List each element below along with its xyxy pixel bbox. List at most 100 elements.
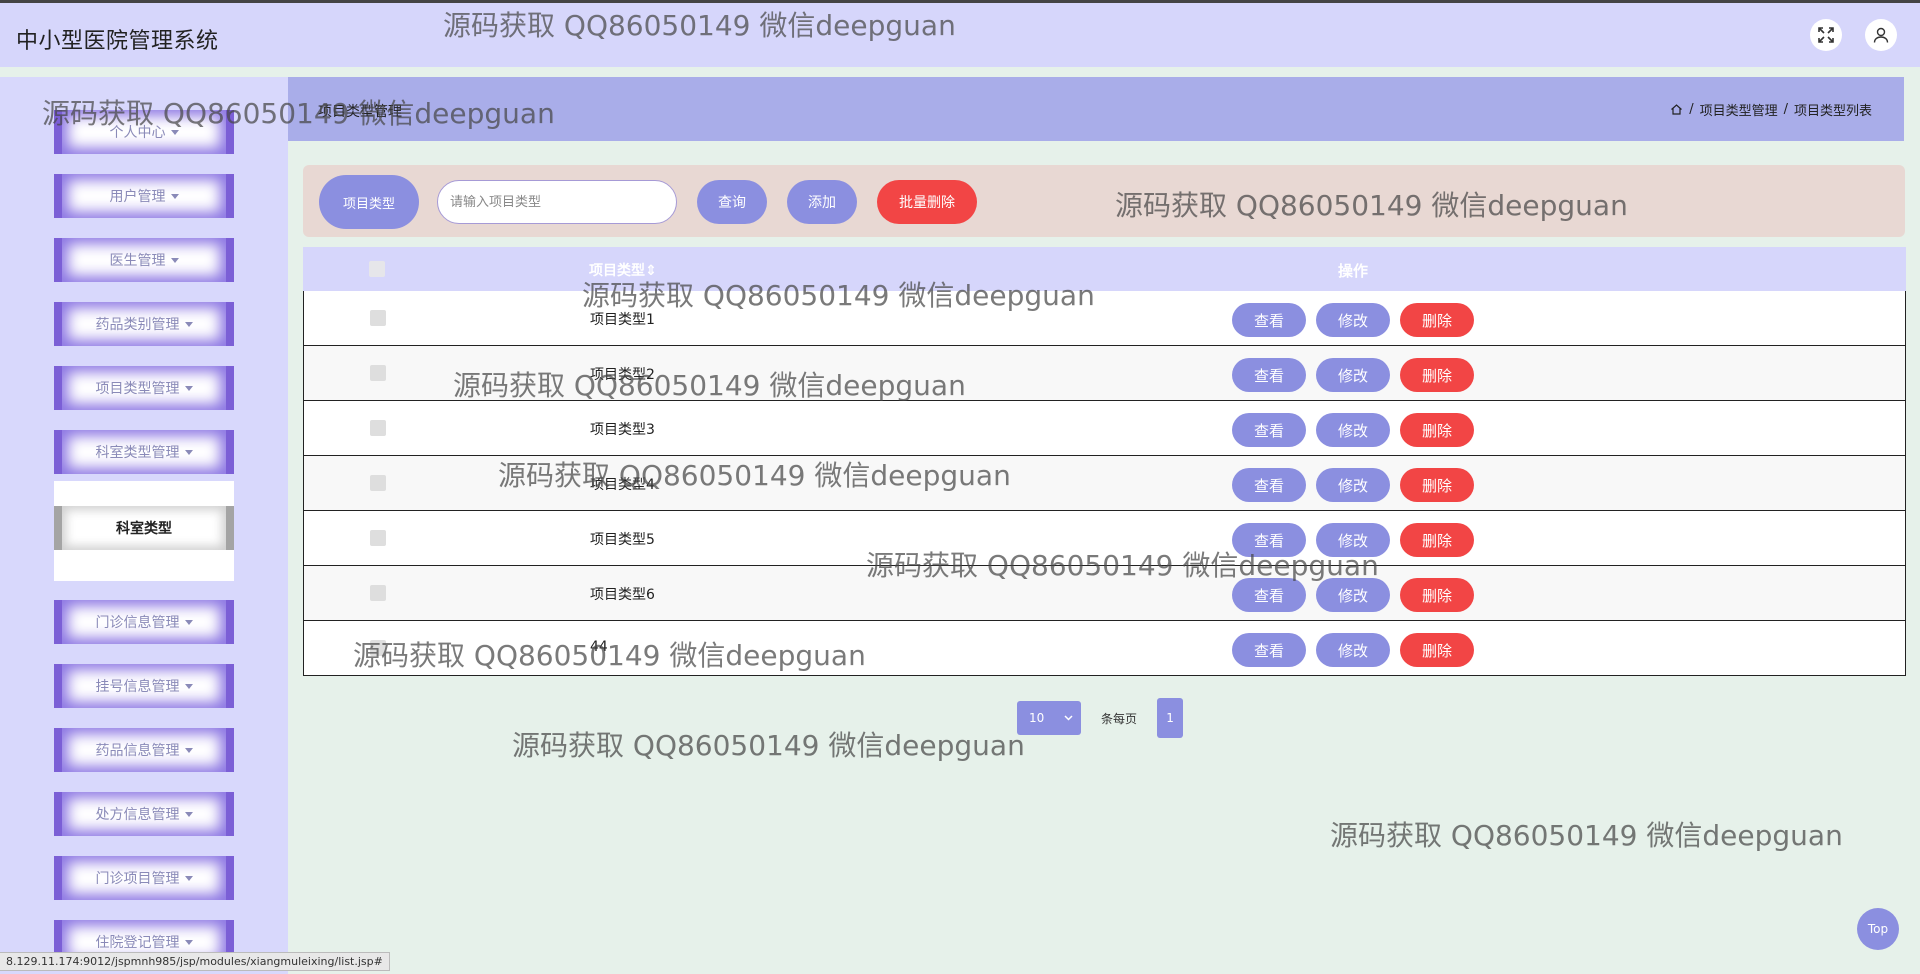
caret-down-icon	[170, 193, 179, 199]
add-button[interactable]: 添加	[787, 180, 857, 224]
row-checkbox[interactable]	[370, 640, 386, 656]
breadcrumb-item-current: 项目类型列表	[1793, 104, 1872, 119]
cell-name: 项目类型4	[590, 477, 655, 493]
table-row: 项目类型4 查看 修改 删除	[303, 456, 1906, 511]
sidebar-item-registration-info[interactable]: 挂号信息管理	[54, 664, 234, 708]
sidebar-item-label: 挂号信息管理	[95, 679, 180, 695]
pagination: 10 条每页 1	[1017, 698, 1184, 738]
breadcrumb: / 项目类型管理 / 项目类型列表	[1670, 100, 1872, 119]
sidebar-item-label: 门诊项目管理	[95, 871, 180, 887]
sidebar-item-label: 处方信息管理	[95, 807, 180, 823]
delete-button[interactable]: 删除	[1400, 413, 1474, 447]
delete-button[interactable]: 删除	[1400, 358, 1474, 392]
cell-name: 项目类型6	[590, 587, 655, 603]
search-label: 项目类型	[319, 175, 419, 229]
sidebar-item-prescription-info[interactable]: 处方信息管理	[54, 792, 234, 836]
sidebar-item-label: 药品信息管理	[95, 743, 180, 759]
caret-down-icon	[184, 683, 193, 689]
caret-down-icon	[184, 321, 193, 327]
delete-button[interactable]: 删除	[1400, 523, 1474, 557]
caret-down-icon	[184, 747, 193, 753]
view-button[interactable]: 查看	[1232, 303, 1306, 337]
delete-button[interactable]: 删除	[1400, 633, 1474, 667]
view-button[interactable]: 查看	[1232, 523, 1306, 557]
row-checkbox[interactable]	[370, 585, 386, 601]
delete-button[interactable]: 删除	[1400, 303, 1474, 337]
select-all-checkbox[interactable]	[369, 261, 385, 277]
edit-button[interactable]: 修改	[1316, 413, 1390, 447]
page-number-current[interactable]: 1	[1157, 698, 1184, 738]
table-row: 44 查看 修改 删除	[303, 621, 1906, 676]
row-checkbox[interactable]	[370, 475, 386, 491]
row-checkbox[interactable]	[370, 530, 386, 546]
sidebar-item-label: 住院登记管理	[95, 935, 180, 951]
status-bar-url: 8.129.11.174:9012/jspmnh985/jsp/modules/…	[0, 952, 390, 971]
user-button[interactable]	[1865, 19, 1897, 51]
caret-down-icon	[184, 811, 193, 817]
table-row: 项目类型3 查看 修改 删除	[303, 401, 1906, 456]
edit-button[interactable]: 修改	[1316, 358, 1390, 392]
home-icon[interactable]	[1670, 103, 1683, 116]
column-header-ops: 操作	[1338, 262, 1369, 280]
sidebar-item-label: 项目类型管理	[95, 381, 180, 397]
caret-down-icon	[184, 619, 193, 625]
view-button[interactable]: 查看	[1232, 468, 1306, 502]
edit-button[interactable]: 修改	[1316, 468, 1390, 502]
sidebar-item-label: 用户管理	[109, 189, 166, 205]
breadcrumb-item[interactable]: 项目类型管理	[1700, 100, 1778, 119]
watermark: 源码获取 QQ86050149 微信deepguan	[512, 729, 1025, 762]
sidebar-item-label: 科室类型管理	[95, 445, 180, 461]
caret-down-icon	[184, 939, 193, 945]
query-button[interactable]: 查询	[697, 180, 767, 224]
watermark: 源码获取 QQ86050149 微信deepguan	[1330, 819, 1843, 852]
sidebar-item-department-types[interactable]: 科室类型管理	[54, 430, 234, 474]
fullscreen-button[interactable]	[1810, 19, 1842, 51]
row-checkbox[interactable]	[370, 420, 386, 436]
search-bar: 项目类型 查询 添加 批量删除	[303, 165, 1905, 237]
sidebar-item-outpatient-info[interactable]: 门诊信息管理	[54, 600, 234, 644]
view-button[interactable]: 查看	[1232, 413, 1306, 447]
cell-name: 项目类型5	[590, 532, 655, 548]
submenu-item-department-type[interactable]: 科室类型	[54, 506, 234, 550]
table-row: 项目类型2 查看 修改 删除	[303, 346, 1906, 401]
fullscreen-icon	[1818, 27, 1834, 43]
table-row: 项目类型1 查看 修改 删除	[303, 291, 1906, 346]
delete-button[interactable]: 删除	[1400, 578, 1474, 612]
chevron-down-icon	[1064, 715, 1073, 721]
sidebar-item-label: 门诊信息管理	[95, 615, 180, 631]
sidebar-item-personal-center[interactable]: 个人中心	[54, 110, 234, 154]
breadcrumb-separator: /	[1783, 102, 1788, 117]
edit-button[interactable]: 修改	[1316, 578, 1390, 612]
cell-name: 项目类型2	[590, 367, 655, 383]
sidebar-item-label: 药品类别管理	[95, 317, 180, 333]
delete-button[interactable]: 删除	[1400, 468, 1474, 502]
cell-name: 44	[590, 639, 608, 655]
page-size-select[interactable]: 10	[1017, 701, 1081, 735]
search-input[interactable]	[437, 180, 677, 224]
sidebar-item-project-types[interactable]: 项目类型管理	[54, 366, 234, 410]
sidebar-item-doctors[interactable]: 医生管理	[54, 238, 234, 282]
sidebar-item-drug-categories[interactable]: 药品类别管理	[54, 302, 234, 346]
sidebar-item-label: 个人中心	[109, 125, 166, 141]
table-header: 项目类型⇕ 操作	[303, 247, 1906, 291]
view-button[interactable]: 查看	[1232, 358, 1306, 392]
batch-delete-button[interactable]: 批量删除	[877, 180, 977, 224]
edit-button[interactable]: 修改	[1316, 633, 1390, 667]
submenu: 科室类型	[54, 481, 234, 581]
sidebar: 个人中心 用户管理 医生管理 药品类别管理 项目类型管理 科室类型管理 科室类型…	[0, 77, 288, 974]
back-to-top-button[interactable]: Top	[1857, 908, 1899, 950]
row-checkbox[interactable]	[370, 310, 386, 326]
caret-down-icon	[184, 385, 193, 391]
row-checkbox[interactable]	[370, 365, 386, 381]
view-button[interactable]: 查看	[1232, 578, 1306, 612]
edit-button[interactable]: 修改	[1316, 303, 1390, 337]
table-row: 项目类型5 查看 修改 删除	[303, 511, 1906, 566]
caret-down-icon	[170, 129, 179, 135]
view-button[interactable]: 查看	[1232, 633, 1306, 667]
data-table: 项目类型⇕ 操作 项目类型1 查看 修改 删除 项目类型2 查看 修改 删除 项…	[303, 247, 1906, 676]
sidebar-item-users[interactable]: 用户管理	[54, 174, 234, 218]
sidebar-item-outpatient-projects[interactable]: 门诊项目管理	[54, 856, 234, 900]
edit-button[interactable]: 修改	[1316, 523, 1390, 557]
column-header-name[interactable]: 项目类型⇕	[589, 260, 657, 280]
sidebar-item-drug-info[interactable]: 药品信息管理	[54, 728, 234, 772]
